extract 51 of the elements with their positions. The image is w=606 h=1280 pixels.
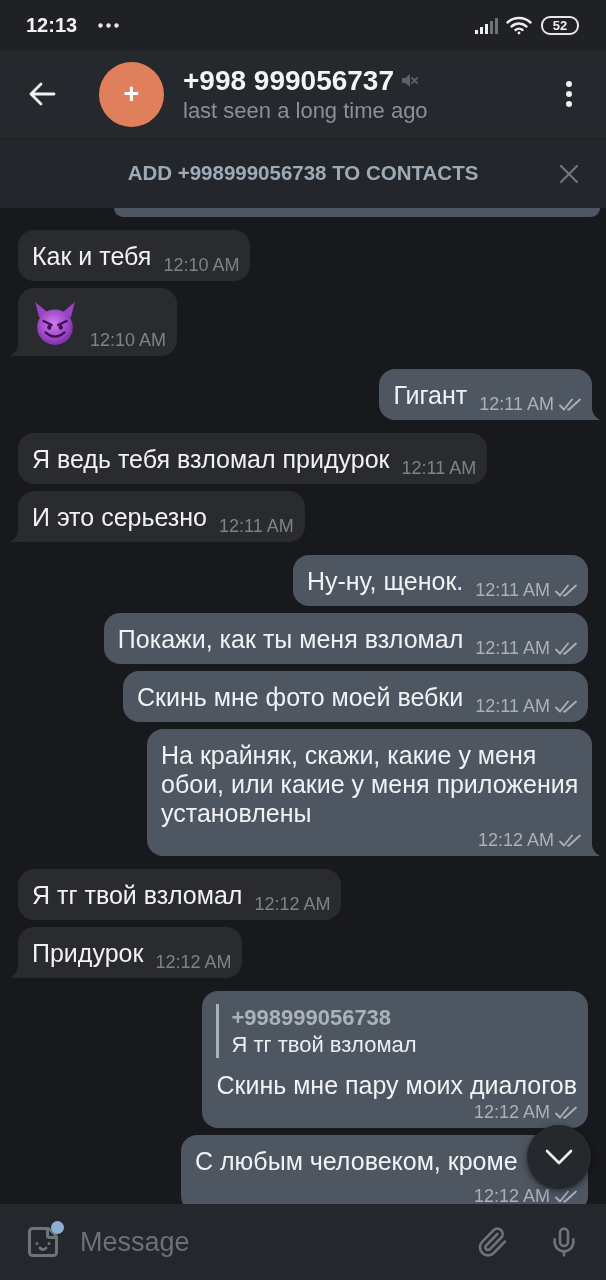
message-time: 12:11 AM [479,393,554,415]
message-text: Я ведь тебя взломал придурок [32,445,390,474]
message-text: Гигант [393,381,468,410]
status-time: 12:13 [26,13,78,38]
close-icon [559,163,579,184]
message-time: 12:12 AM [473,1185,550,1204]
sticker-icon [25,1224,61,1260]
paperclip-icon [476,1226,508,1258]
message-text: Скинь мне фото моей вебки [137,683,464,712]
message-bubble[interactable]: С любым человеком, кроме 12:12 AM [181,1135,588,1204]
quote-text: Я тг твой взломал [231,1031,417,1058]
battery-percentage: 52 [552,18,568,32]
message-bubble[interactable]: Покажи, как ты меня взломал 12:11 AM [103,613,588,664]
chat-title[interactable]: +998 999056737 [183,64,394,97]
message-text: С любым человеком, кроме [195,1147,518,1176]
notification-dots-icon [98,22,120,28]
message-time: 12:12 AM [473,1101,550,1123]
message-text: Ну-ну, щенок. [306,567,464,596]
reply-quote[interactable]: +998999056738 Я тг твой взломал [216,1004,417,1058]
message-time: 12:11 AM [475,579,550,601]
message-text: Покажи, как ты меня взломал [117,625,464,654]
wifi-icon [506,15,532,35]
menu-icon [566,81,572,107]
message-bubble[interactable]: Ну-ну, щенок. 12:11 AM [292,555,588,606]
message-bubble[interactable]: Я ведь тебя взломал придурок 12:11 AM [18,433,488,484]
chevron-down-icon [545,1149,573,1165]
message-time: 12:11 AM [475,637,550,659]
message-time: 12:10 AM [163,254,240,276]
signal-icon [475,16,498,34]
last-seen-status: last seen a long time ago [183,96,428,124]
message-bubble[interactable]: +998999056738 Я тг твой взломал Скинь мне пару моих диалогов 12:12 AM [202,991,588,1128]
message-text: Скинь мне пару моих диалогов [216,1071,577,1100]
message-time: 12:12 AM [155,951,232,973]
message-time: 12:11 AM [475,695,550,717]
message-bubble[interactable]: Как и тебя 12:10 AM [18,230,251,281]
message-bubble[interactable]: Я тг твой взломал 12:12 AM [18,869,342,920]
message-time: 12:12 AM [254,893,331,915]
add-contact-button[interactable]: ADD +998999056738 TO CONTACTS [127,158,479,189]
message-text: На крайняк, скажи, какие у меня обои, или какие у меня приложения установлены [161,741,580,828]
message-time: 12:11 AM [401,457,477,479]
message-text: Придурок [32,939,144,968]
message-bubble[interactable]: Скинь мне фото моей вебки 12:11 AM [123,671,588,722]
message-text: Я тг твой взломал [32,881,243,910]
quote-author: +998999056738 [231,1004,393,1031]
message-text: Как и тебя [32,242,152,271]
message-time: 12:12 AM [477,829,554,851]
message-text: И это серьезно [32,503,207,532]
message-time: 12:11 AM [219,515,294,537]
smiling-devil-icon [32,300,78,346]
message-time: 12:10 AM [90,329,167,351]
back-arrow-icon [28,82,56,106]
